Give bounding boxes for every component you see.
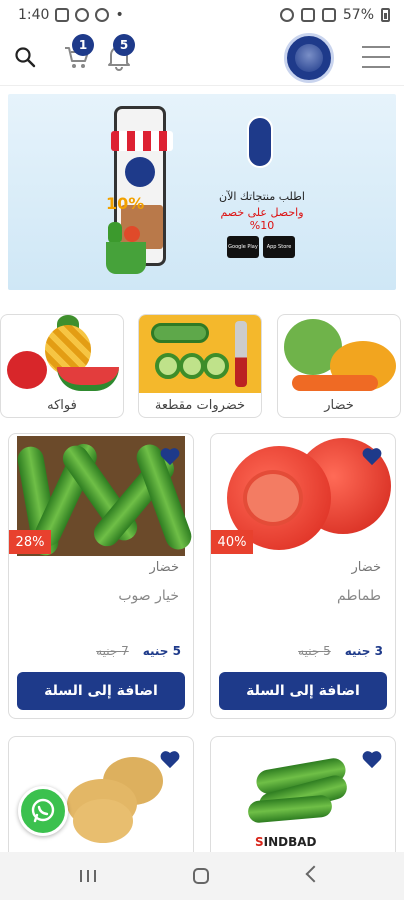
category-fruits[interactable]: فواكه	[0, 314, 124, 418]
category-cut-vegetables[interactable]: خضروات مقطعة	[138, 314, 262, 418]
whatsapp-icon	[31, 798, 55, 823]
menu-button[interactable]	[362, 46, 390, 68]
basket-illustration	[106, 242, 146, 274]
whatsapp-button[interactable]	[18, 786, 68, 836]
app-bar: 1 5	[0, 30, 404, 86]
alarm-icon	[279, 8, 294, 22]
banner-logo	[247, 116, 273, 168]
add-to-cart-button[interactable]: اضافة إلى السلة	[219, 672, 387, 710]
cart-count-badge: 1	[72, 34, 94, 56]
home-button[interactable]	[193, 868, 209, 884]
category-label: خضروات مقطعة	[154, 398, 246, 413]
favorite-heart-icon[interactable]	[159, 446, 181, 466]
add-to-cart-button[interactable]: اضافة إلى السلة	[17, 672, 185, 710]
wifi-icon	[300, 8, 315, 22]
category-label: خضار	[324, 398, 354, 413]
product-name: طماطم	[337, 588, 381, 604]
product-category: خضار	[351, 560, 381, 575]
banner-headline: اطلب منتجاتك الآن	[219, 190, 305, 203]
price: 3 جنيه	[344, 644, 383, 658]
dot-icon: •	[115, 7, 124, 23]
promo-banner[interactable]: 10% اطلب منتجاتك الآن واحصل على خصم 10% …	[8, 94, 396, 290]
system-nav-bar	[0, 852, 404, 900]
app-store-badge[interactable]: App Store	[263, 236, 295, 258]
favorite-heart-icon[interactable]	[361, 749, 383, 769]
price-row: 5 جنيه 7 جنيه	[96, 644, 181, 658]
app-notification-icon	[95, 8, 110, 22]
brand-logo: SINDBAD	[255, 835, 317, 849]
banner-offer: واحصل على خصم 10%	[220, 206, 304, 232]
cut-vegetables-image	[139, 315, 261, 393]
old-price: 5 جنيه	[298, 644, 331, 658]
price-row: 3 جنيه 5 جنيه	[298, 644, 383, 658]
notification-count-badge: 5	[113, 34, 135, 56]
price: 5 جنيه	[142, 644, 181, 658]
google-play-badge[interactable]: Google Play	[227, 236, 259, 258]
fruits-image	[1, 315, 123, 393]
search-button[interactable]	[12, 44, 38, 70]
search-icon	[15, 47, 36, 68]
store-logo[interactable]	[284, 33, 334, 83]
battery-icon	[381, 8, 390, 22]
category-label: فواكه	[47, 398, 77, 413]
phone-discount-badge: 10%	[106, 194, 145, 213]
category-row: فواكه خضروات مقطعة خضار	[0, 314, 404, 418]
category-vegetables[interactable]: خضار	[277, 314, 401, 418]
discount-badge: 40%	[211, 530, 253, 554]
recent-apps-button[interactable]	[80, 870, 96, 882]
product-card-tomatoes[interactable]: 40% خضار طماطم 3 جنيه 5 جنيه اضافة إلى ا…	[210, 433, 396, 719]
favorite-heart-icon[interactable]	[361, 446, 383, 466]
status-time: 1:40	[18, 7, 50, 23]
favorite-heart-icon[interactable]	[159, 749, 181, 769]
discount-badge: 28%	[9, 530, 51, 554]
menu-icon	[362, 46, 390, 48]
status-bar: 1:40 • 57%	[0, 0, 404, 30]
product-card-cucumber[interactable]: 28% خضار خيار صوب 5 جنيه 7 جنيه اضافة إل…	[8, 433, 194, 719]
linkedin-icon	[55, 8, 70, 22]
old-price: 7 جنيه	[96, 644, 129, 658]
product-card-cucumber-2[interactable]: SINDBAD	[210, 736, 396, 866]
product-name: خيار صوب	[118, 588, 179, 604]
battery-percent: 57%	[342, 7, 374, 23]
whatsapp-notification-icon	[75, 8, 90, 22]
product-category: خضار	[149, 560, 179, 575]
back-button[interactable]	[305, 865, 323, 883]
vegetables-image	[278, 315, 400, 393]
signal-icon	[321, 8, 336, 22]
